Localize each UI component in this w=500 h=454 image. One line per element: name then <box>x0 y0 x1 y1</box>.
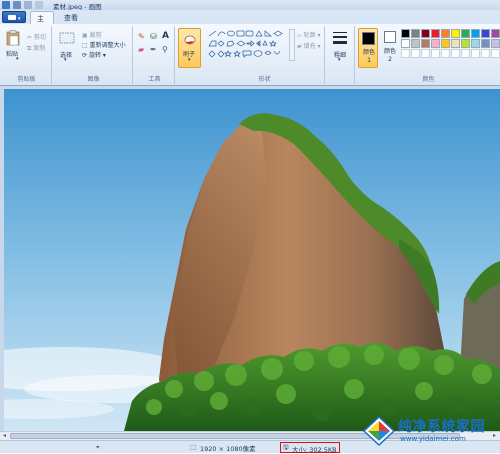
disk-icon: 🖫 <box>283 443 289 451</box>
color2-button[interactable]: 颜色 2 <box>381 28 399 68</box>
tab-home[interactable]: 主页 <box>30 11 54 33</box>
watermark-logo-icon <box>362 415 396 447</box>
custom-color-slot[interactable] <box>481 49 490 58</box>
tools-group: ✎ ⛁ A ▰ ✒ ⚲ 工具 <box>135 26 175 84</box>
fill-button[interactable]: ▰ 填充 ▾ <box>297 41 320 50</box>
image-group-label: 图像 <box>87 76 100 83</box>
paste-icon[interactable] <box>6 30 20 46</box>
ribbon: 粘贴 ▾ ✂ 剪切 ⧉ 复制 剪贴板 选择 ▾ ▣ 裁剪 ⬚ 重新调整大小 ⟳ … <box>0 24 500 86</box>
color1-label: 颜色 1 <box>362 49 375 64</box>
undo-icon[interactable] <box>24 1 32 9</box>
color-palette <box>401 29 500 69</box>
color2-label: 颜色 2 <box>383 48 396 63</box>
palette-swatch[interactable] <box>471 39 480 48</box>
palette-swatch[interactable] <box>491 39 500 48</box>
palette-swatch[interactable] <box>461 39 470 48</box>
palette-swatch[interactable] <box>411 39 420 48</box>
palette-swatch[interactable] <box>441 39 450 48</box>
copy-button[interactable]: ⧉ 复制 <box>27 43 45 53</box>
app-menu-button[interactable]: ▾ <box>2 11 26 23</box>
magnifier-icon[interactable]: ⚲ <box>162 45 168 54</box>
paste-dropdown-icon[interactable]: ▾ <box>16 56 19 62</box>
palette-swatch[interactable] <box>401 29 410 38</box>
image-dimensions: 1920 × 1080像素 <box>200 445 256 453</box>
palette-swatch[interactable] <box>491 29 500 38</box>
palette-swatch[interactable] <box>421 29 430 38</box>
tab-view[interactable]: 查看 <box>58 11 84 24</box>
file-size-highlight: 🖫 大小: 302.5KB <box>280 442 340 454</box>
clipboard-group: 粘贴 ▾ ✂ 剪切 ⧉ 复制 剪贴板 <box>2 26 52 84</box>
palette-swatch[interactable] <box>451 39 460 48</box>
shapes-group-label: 形状 <box>258 76 271 83</box>
brushes-button[interactable]: 刷子 ▾ <box>178 28 201 68</box>
colors-group-label: 颜色 <box>422 76 435 83</box>
shapes-scroll[interactable] <box>289 29 295 61</box>
image-dimensions-icon: ⬚ <box>190 443 197 451</box>
color1-button[interactable]: 颜色 1 <box>358 28 378 68</box>
color2-swatch <box>384 31 396 43</box>
scroll-left-icon[interactable]: ◂ <box>0 432 9 440</box>
size-group: 粗细 ▾ <box>327 26 355 84</box>
select-dropdown-icon[interactable]: ▾ <box>64 57 67 63</box>
custom-color-slot[interactable] <box>451 49 460 58</box>
watermark-title: 纯净系统家园 <box>398 419 485 435</box>
brushes-group: 刷子 ▾ <box>177 26 203 84</box>
color-picker-icon[interactable]: ✒ <box>150 45 157 54</box>
crop-button[interactable]: ▣ 裁剪 <box>82 30 102 39</box>
canvas-image[interactable] <box>4 89 500 431</box>
palette-swatch[interactable] <box>401 39 410 48</box>
custom-color-slot[interactable] <box>401 49 410 58</box>
palette-swatch[interactable] <box>451 29 460 38</box>
size-dropdown-icon[interactable]: ▾ <box>338 57 341 63</box>
watermark-url: www.yidaimei.com <box>400 435 466 443</box>
custom-color-slot[interactable] <box>431 49 440 58</box>
canvas-area[interactable] <box>0 86 500 431</box>
cut-button[interactable]: ✂ 剪切 <box>27 32 46 41</box>
resize-button[interactable]: ⬚ 重新调整大小 <box>82 40 126 49</box>
palette-swatch[interactable] <box>421 39 430 48</box>
title-bar: 素材.jpeg - 画图 <box>0 0 500 11</box>
shapes-gallery[interactable] <box>207 29 287 63</box>
custom-color-slot[interactable] <box>491 49 500 58</box>
text-tool-icon[interactable]: A <box>162 31 169 41</box>
pencil-icon[interactable]: ✎ <box>138 32 145 41</box>
clipboard-group-label: 剪贴板 <box>17 76 36 83</box>
brushes-dropdown-icon: ▾ <box>188 57 191 63</box>
brush-icon <box>184 35 196 45</box>
palette-swatch[interactable] <box>481 39 490 48</box>
custom-color-slot[interactable] <box>461 49 470 58</box>
palette-swatch[interactable] <box>461 29 470 38</box>
custom-color-slot[interactable] <box>471 49 480 58</box>
tools-group-label: 工具 <box>148 76 161 83</box>
custom-color-slot[interactable] <box>441 49 450 58</box>
image-group: 选择 ▾ ▣ 裁剪 ⬚ 重新调整大小 ⟳ 旋转 ▾ 图像 <box>55 26 133 84</box>
watermark: 纯净系统家园 www.yidaimei.com <box>360 410 500 453</box>
cursor-position-icon: ⌖ <box>96 443 100 451</box>
color1-swatch <box>362 32 375 45</box>
custom-color-slot[interactable] <box>421 49 430 58</box>
shapes-group: ▱ 轮廓 ▾ ▰ 填充 ▾ 形状 <box>205 26 325 84</box>
palette-swatch[interactable] <box>471 29 480 38</box>
redo-icon[interactable] <box>35 1 43 9</box>
line-size-icon[interactable] <box>332 30 348 46</box>
outline-button[interactable]: ▱ 轮廓 ▾ <box>297 30 320 39</box>
palette-swatch[interactable] <box>431 29 440 38</box>
ribbon-tabs: ▾ 主页 查看 <box>0 10 500 33</box>
fill-bucket-icon[interactable]: ⛁ <box>150 32 157 41</box>
select-icon[interactable] <box>59 32 75 44</box>
colors-group: 颜色 1 颜色 2 颜色 <box>357 26 500 84</box>
palette-swatch[interactable] <box>441 29 450 38</box>
palette-swatch[interactable] <box>481 29 490 38</box>
custom-color-slot[interactable] <box>411 49 420 58</box>
palette-swatch[interactable] <box>431 39 440 48</box>
palette-swatch[interactable] <box>411 29 420 38</box>
paint-app-icon[interactable] <box>2 1 10 9</box>
save-icon[interactable] <box>13 1 21 9</box>
eraser-icon[interactable]: ▰ <box>138 45 144 54</box>
rotate-button[interactable]: ⟳ 旋转 ▾ <box>82 50 106 59</box>
